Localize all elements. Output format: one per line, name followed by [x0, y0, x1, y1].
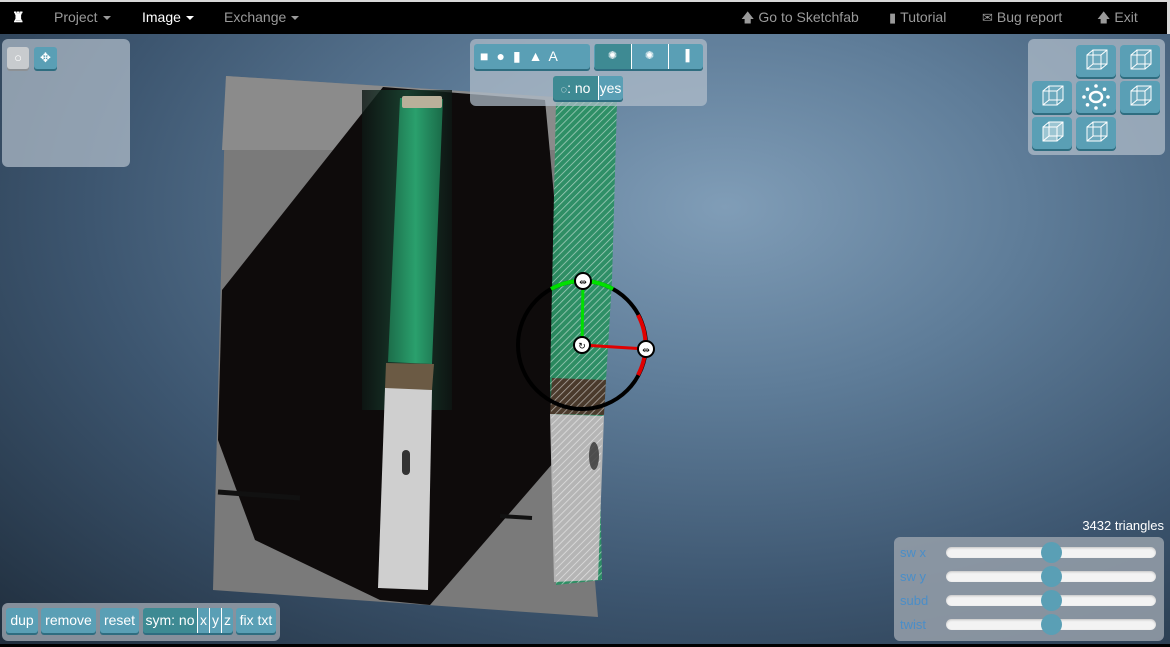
dot-medium-icon: ✺ [644, 50, 655, 62]
svg-text:↻: ↻ [578, 341, 586, 351]
slider-label-sw-x: sw x [900, 545, 926, 560]
caret-down-icon [185, 16, 194, 21]
sym-y-button[interactable]: y [209, 608, 221, 633]
link-tutorial[interactable]: ▮ Tutorial [889, 9, 946, 26]
slider-label-sw-y: sw y [900, 569, 926, 584]
right-view-button[interactable] [1120, 81, 1160, 115]
bottom-view-button[interactable] [1076, 117, 1116, 151]
remove-button[interactable]: remove [41, 608, 96, 633]
slider-thumb[interactable] [1040, 614, 1062, 635]
cube-wireframe-icon [1042, 121, 1064, 142]
slider-sw-x[interactable] [946, 542, 1156, 563]
caret-down-icon [291, 16, 300, 21]
top-navbar: ♜ Project Image Exchange 🡅 Go to Sketchfa… [0, 0, 1170, 34]
slider-twist[interactable] [946, 614, 1156, 635]
mode-1-button[interactable]: ✺ [594, 44, 631, 69]
svg-text:⇹: ⇹ [579, 277, 587, 287]
slider-thumb[interactable] [1040, 566, 1062, 587]
link-exit[interactable]: 🡅 Exit [1097, 9, 1138, 31]
mode-2-button[interactable]: ✺ [630, 44, 668, 69]
sym-no-button[interactable]: sym: no [143, 608, 197, 633]
toggle-yes-button[interactable]: yes [597, 76, 623, 100]
tool-panel: ○ ✥ [2, 39, 130, 167]
add-sphere-button[interactable]: ● [496, 48, 504, 64]
deform-slider-panel: sw x sw y subd twist [894, 537, 1164, 641]
cube-wireframe-icon [1086, 49, 1108, 70]
slider-sw-y[interactable] [946, 566, 1156, 587]
cube-wireframe-icon [1042, 85, 1064, 106]
half-shape-icon: ▐ [681, 50, 690, 62]
slider-subd[interactable] [946, 590, 1156, 611]
arrow-up-icon: 🡅 [1097, 10, 1111, 25]
book-icon: ▮ [889, 10, 897, 25]
menu-image[interactable]: Image [142, 9, 194, 25]
svg-text:⇹: ⇹ [642, 345, 650, 355]
bottom-toolbar: dup remove reset sym: no x y z fix txt [2, 603, 280, 641]
rotate-tool-button[interactable]: ○ [7, 47, 29, 69]
cube-wireframe-icon [1130, 49, 1152, 70]
mode-3-button[interactable]: ▐ [667, 44, 703, 69]
toggle-group: ◌: no yes [553, 76, 623, 100]
cube-wireframe-icon [1086, 121, 1108, 142]
envelope-icon: ✉ [982, 10, 993, 25]
dup-button[interactable]: dup [6, 608, 38, 633]
symmetry-group: sym: no x y z [143, 608, 233, 633]
slider-label-subd: subd [900, 593, 929, 608]
caret-down-icon [102, 16, 111, 21]
sym-x-button[interactable]: x [197, 608, 209, 633]
add-cube-button[interactable]: ■ [480, 48, 488, 64]
cube-wireframe-icon [1130, 85, 1152, 106]
link-go-to-sketchfab[interactable]: 🡅 Go to Sketchfab [741, 9, 859, 31]
slider-label-twist: twist [900, 617, 926, 632]
reset-button[interactable]: reset [100, 608, 139, 633]
slider-thumb[interactable] [1040, 542, 1062, 563]
front-view-button[interactable] [1032, 117, 1072, 151]
slider-thumb[interactable] [1040, 590, 1062, 611]
reset-view-button[interactable] [1076, 81, 1116, 115]
top-view-button[interactable] [1076, 45, 1116, 79]
shape-toolbar: ■ ● ▮ ▲ A ✺ ✺ ▐ ◌: no yes [470, 39, 707, 106]
toggle-no-button[interactable]: ◌: no [554, 76, 598, 100]
triangle-count: 3432 triangles [1082, 518, 1164, 533]
left-view-button[interactable] [1032, 81, 1072, 115]
link-bug-report[interactable]: ✉ Bug report [982, 9, 1062, 26]
sculptgl-logo-icon[interactable]: ♜ [12, 9, 25, 26]
sym-z-button[interactable]: z [221, 608, 233, 633]
add-cylinder-button[interactable]: ▮ [513, 48, 521, 64]
menu-project[interactable]: Project [54, 9, 111, 25]
move-arrows-icon: ✥ [40, 50, 51, 65]
view-panel [1028, 39, 1165, 155]
dot-small-icon: ✺ [607, 50, 618, 62]
fix-texture-button[interactable]: fix txt [236, 608, 276, 633]
mode-group: ✺ ✺ ▐ [594, 44, 703, 69]
circle-outline-icon: ○ [14, 50, 22, 65]
add-cone-button[interactable]: ▲ [529, 48, 543, 64]
add-text-button[interactable]: A [549, 48, 558, 64]
primitive-group: ■ ● ▮ ▲ A [474, 44, 590, 69]
arrow-up-icon: 🡅 [741, 10, 755, 25]
3d-viewport[interactable]: ⇹ ⇹ ↻ ♜ Project Image Exchange 🡅 Go to Sk… [0, 0, 1170, 647]
back-view-button[interactable] [1120, 45, 1160, 79]
menu-exchange[interactable]: Exchange [224, 9, 300, 25]
move-tool-button[interactable]: ✥ [34, 47, 57, 69]
